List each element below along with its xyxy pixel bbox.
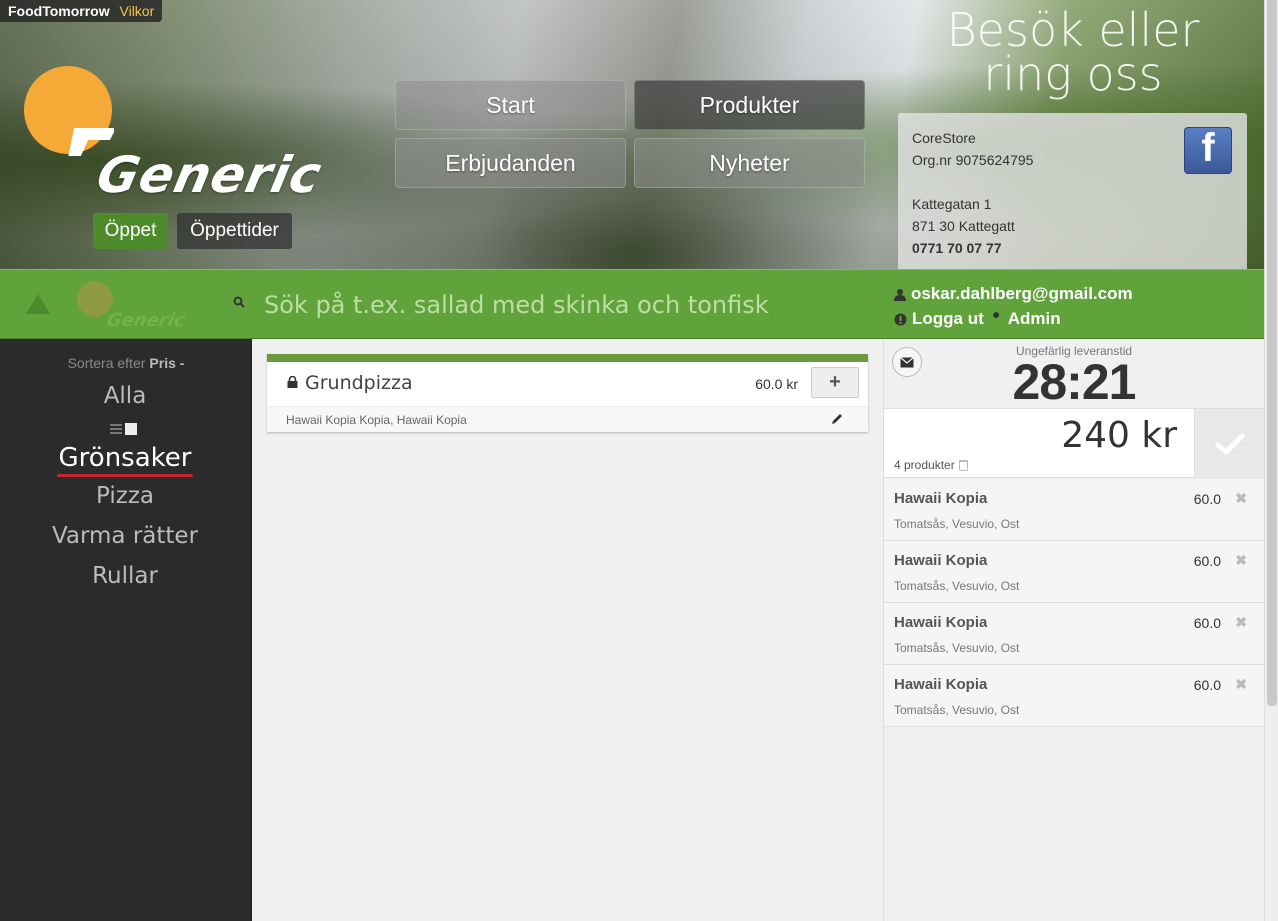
cart-item[interactable]: Hawaii Kopia 60.0 ✖ Tomatsås, Vesuvio, O… [884, 603, 1264, 665]
phone-number[interactable]: 0771 70 07 77 [912, 237, 1233, 259]
product-card: Grundpizza 60.0 kr + Hawaii Kopia Kopia,… [267, 354, 868, 432]
scroll-up-arrow-icon[interactable] [26, 294, 50, 314]
cart-item-ingredients: Tomatsås, Vesuvio, Ost [894, 703, 1020, 717]
open-status-button[interactable]: Öppet [93, 213, 168, 249]
add-to-cart-button[interactable]: + [811, 367, 859, 398]
product-card-bar [267, 354, 868, 362]
nav-nyheter[interactable]: Nyheter [634, 138, 865, 188]
category-varma-ratter[interactable]: Varma rätter [0, 523, 250, 549]
remove-icon[interactable]: ✖ [1235, 614, 1247, 631]
cart-panel: Ungefärlig leveranstid 28:21 240 kr 4 pr… [883, 339, 1264, 921]
category-rullar[interactable]: Rullar [0, 563, 250, 589]
logo-sun-mark [68, 128, 114, 156]
product-ingredients-row: Hawaii Kopia Kopia, Hawaii Kopia [267, 406, 868, 432]
sort-value[interactable]: Pris - [149, 355, 184, 371]
brand-name[interactable]: FoodTomorrow [8, 3, 110, 19]
mini-logo-icon[interactable] [77, 281, 113, 317]
remove-icon[interactable]: ✖ [1235, 552, 1247, 569]
products-count: 4 produkter [894, 458, 968, 472]
view-toggle [110, 423, 137, 435]
lock-icon [287, 376, 298, 388]
products-count-label: 4 produkter [894, 458, 955, 472]
checkout-button[interactable] [1194, 409, 1264, 479]
sort-label: Sortera efter [67, 355, 146, 371]
cart-item-price: 60.0 [1193, 677, 1221, 693]
product-ingredients: Hawaii Kopia Kopia, Hawaii Kopia [286, 413, 467, 427]
page-scrollbar[interactable] [1264, 0, 1278, 921]
remove-icon[interactable]: ✖ [1235, 676, 1247, 693]
list-view-icon[interactable] [110, 424, 122, 434]
cart-item-price: 60.0 [1193, 615, 1221, 631]
logo-text[interactable]: Generic [92, 146, 327, 204]
wrench-icon [990, 312, 999, 324]
cart-item-price: 60.0 [1193, 553, 1221, 569]
street-address: Kattegatan 1 [912, 196, 992, 212]
site-header: FoodTomorrow Vilkor Generic Öppet Öppett… [0, 0, 1264, 269]
user-account[interactable]: oskar.dahlberg@gmail.com [894, 284, 1133, 304]
cart-item-name: Hawaii Kopia [894, 552, 988, 569]
scrollbar-thumb[interactable] [1267, 0, 1277, 706]
facebook-icon[interactable]: f [1184, 126, 1232, 174]
visit-title: Besök eller ring oss [946, 3, 1200, 101]
mini-logo-text[interactable]: Generic [105, 310, 187, 331]
city-address: 871 30 Kattegatt [912, 218, 1015, 234]
cart-item-ingredients: Tomatsås, Vesuvio, Ost [894, 517, 1020, 531]
category-sidebar: Sortera efter Pris - Alla Grönsaker Pizza… [0, 339, 252, 921]
cart-total-box: 240 kr 4 produkter [884, 408, 1264, 479]
search-bar: Generic oskar.dahlberg@gmail.com Logga u… [0, 269, 1264, 339]
cart-item[interactable]: Hawaii Kopia 60.0 ✖ Tomatsås, Vesuvio, O… [884, 479, 1264, 541]
cart-item[interactable]: Hawaii Kopia 60.0 ✖ Tomatsås, Vesuvio, O… [884, 665, 1264, 727]
checkmark-icon [1215, 433, 1244, 455]
remove-icon[interactable]: ✖ [1235, 490, 1247, 507]
nav-produkter[interactable]: Produkter [634, 80, 865, 130]
cart-total: 240 kr [1061, 415, 1177, 456]
product-title[interactable]: Grundpizza [305, 372, 413, 394]
product-card-header: Grundpizza 60.0 kr + [267, 362, 868, 406]
product-price: 60.0 kr [755, 376, 798, 392]
eta-time: 28:21 [1012, 354, 1137, 410]
terms-link[interactable]: Vilkor [120, 3, 155, 19]
admin-link[interactable]: Admin [1008, 309, 1061, 329]
top-bar: FoodTomorrow Vilkor [0, 0, 163, 22]
category-gronsaker[interactable]: Grönsaker [0, 443, 250, 473]
cart-item-name: Hawaii Kopia [894, 676, 988, 693]
cart-item-ingredients: Tomatsås, Vesuvio, Ost [894, 641, 1020, 655]
pencil-icon[interactable] [830, 412, 844, 426]
nav-start[interactable]: Start [395, 80, 626, 130]
cart-item-name: Hawaii Kopia [894, 490, 988, 507]
cart-item-price: 60.0 [1193, 491, 1221, 507]
search-input[interactable] [264, 287, 864, 323]
opening-hours-button[interactable]: Öppettider [177, 213, 292, 249]
grid-view-icon[interactable] [125, 423, 137, 435]
cart-item-name: Hawaii Kopia [894, 614, 988, 631]
category-alla[interactable]: Alla [0, 383, 250, 409]
logout-link[interactable]: Logga ut [912, 309, 984, 329]
search-icon [233, 296, 245, 308]
logout-icon [894, 313, 907, 325]
account-actions: Logga ut Admin [894, 309, 1061, 329]
user-icon [894, 288, 906, 301]
sort-control[interactable]: Sortera efter Pris - [0, 355, 252, 371]
cart-item[interactable]: Hawaii Kopia 60.0 ✖ Tomatsås, Vesuvio, O… [884, 541, 1264, 603]
category-pizza[interactable]: Pizza [0, 483, 250, 509]
cart-item-ingredients: Tomatsås, Vesuvio, Ost [894, 579, 1020, 593]
active-category-underline [57, 474, 193, 477]
nav-erbjudanden[interactable]: Erbjudanden [395, 138, 626, 188]
user-email[interactable]: oskar.dahlberg@gmail.com [911, 284, 1133, 304]
product-list: Grundpizza 60.0 kr + Hawaii Kopia Kopia,… [252, 339, 883, 921]
trash-icon[interactable] [958, 459, 968, 471]
